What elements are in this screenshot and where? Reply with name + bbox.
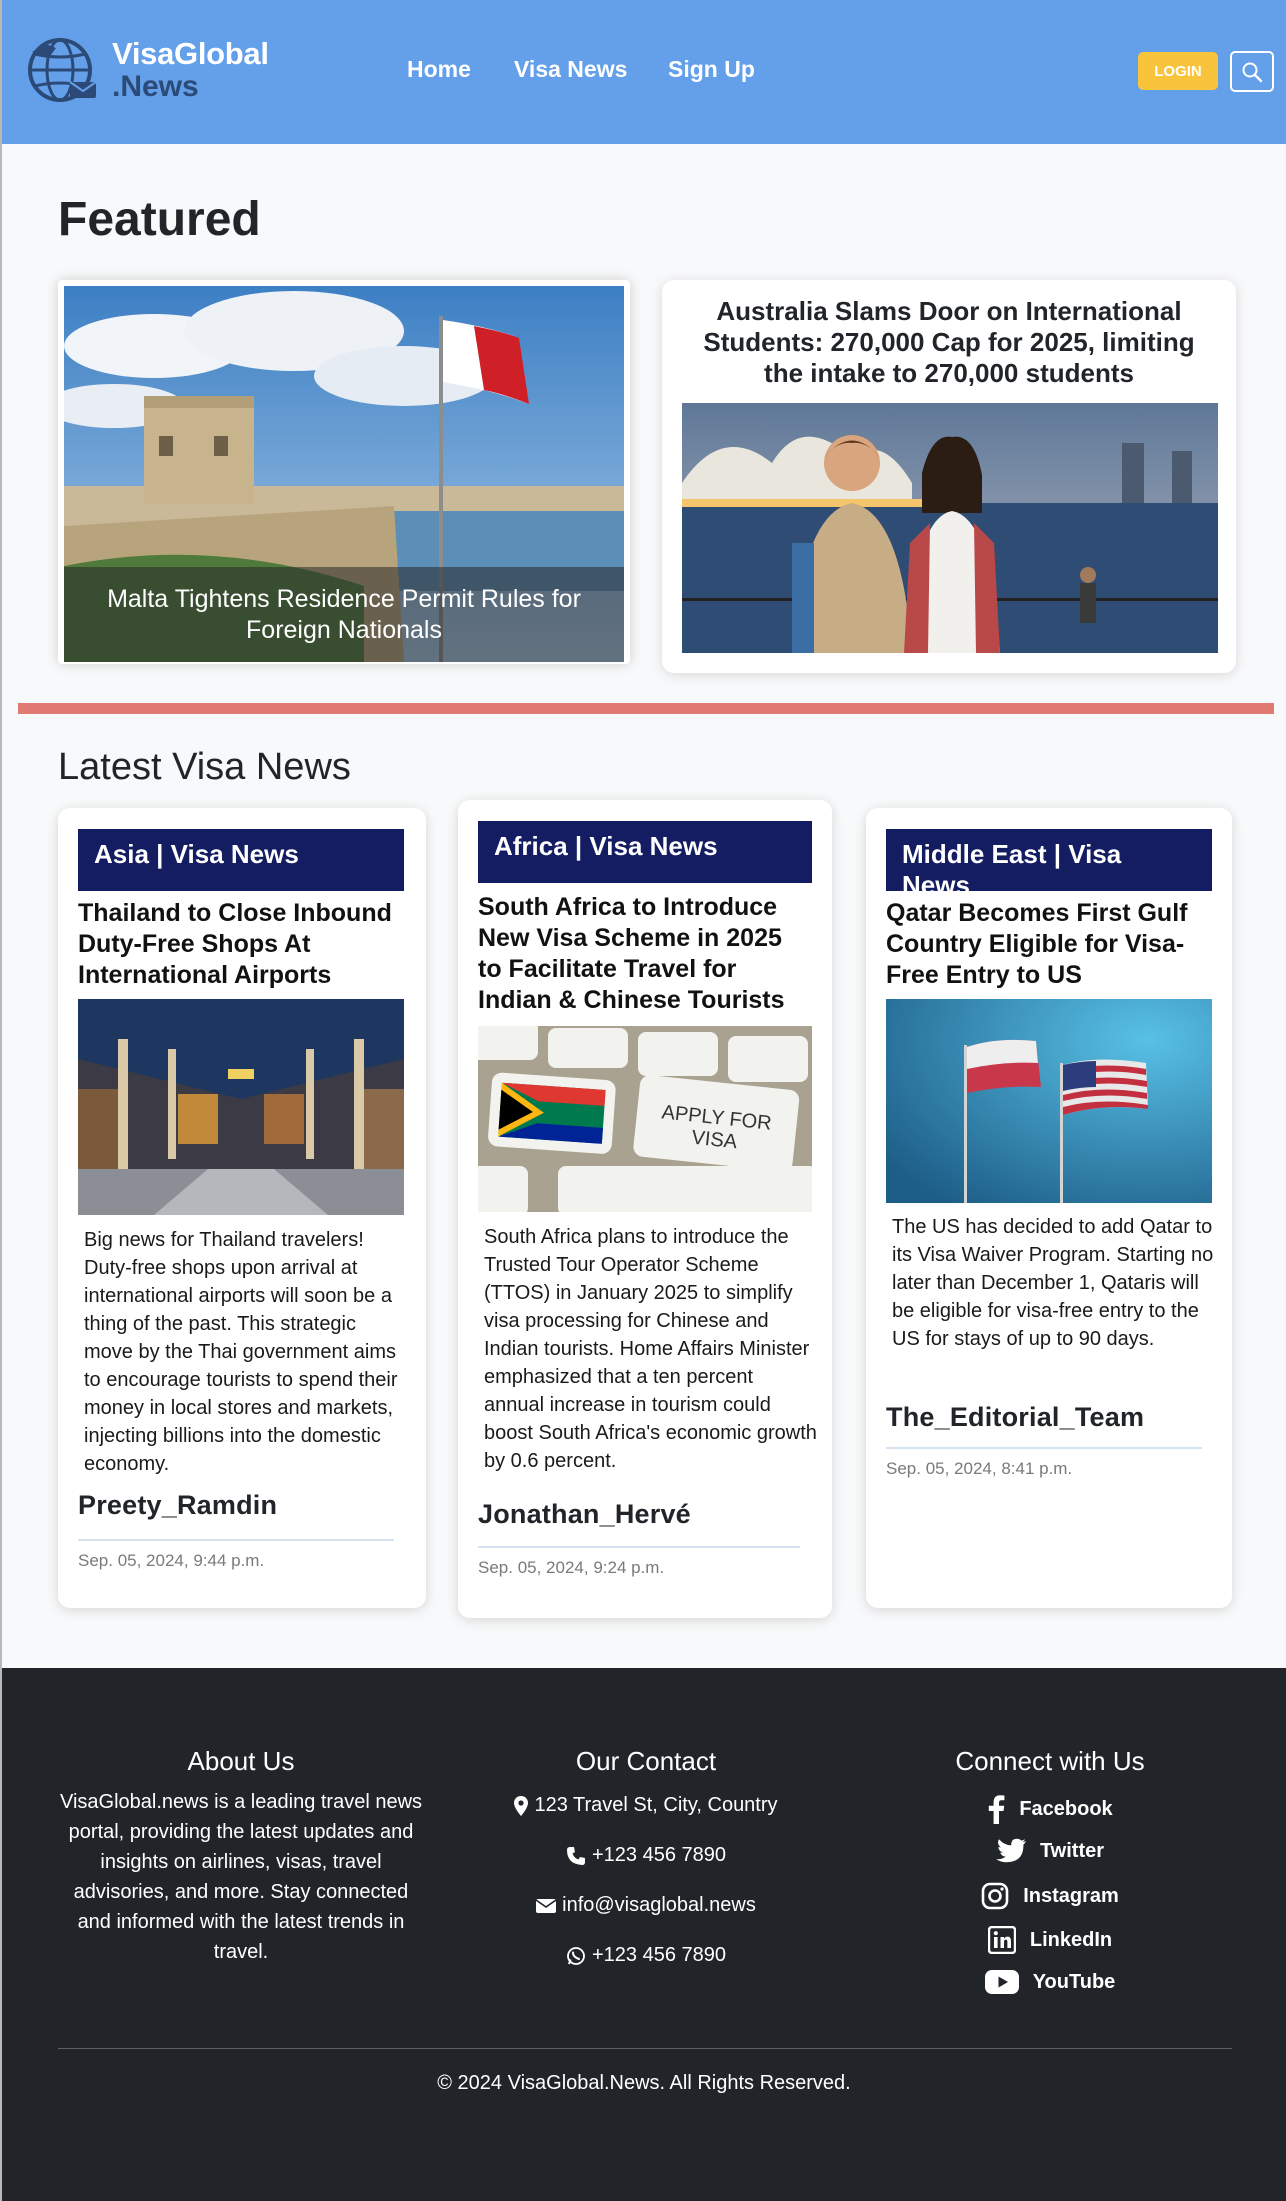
linkedin-icon — [987, 1926, 1016, 1954]
about-text: VisaGlobal.news is a leading travel news… — [59, 1791, 423, 1963]
author-divider — [478, 1546, 800, 1548]
instagram-label[interactable]: Instagram — [1023, 1885, 1119, 1908]
featured-caption: Malta Tightens Residence Permit Rules fo… — [64, 567, 624, 662]
social-facebook[interactable]: Facebook — [850, 1794, 1250, 1824]
site-logo[interactable]: VisaGlobal .News — [26, 32, 286, 106]
featured-heading: Featured — [58, 193, 261, 246]
instagram-icon — [981, 1882, 1009, 1910]
category-badge[interactable]: Middle East | Visa News — [886, 829, 1212, 900]
news-card-qatar[interactable]: Middle East | Visa News Qatar Becomes Fi… — [866, 808, 1232, 1608]
twitter-icon — [996, 1838, 1026, 1863]
facebook-label[interactable]: Facebook — [1019, 1798, 1112, 1821]
featured-card-australia[interactable]: Australia Slams Door on International St… — [662, 280, 1236, 673]
top-navbar: VisaGlobal .News Home Visa News Sign Up … — [2, 0, 1286, 144]
airport-duty-free-image — [78, 999, 404, 1215]
footer-contact: Our Contact 123 Travel St, City, Country… — [446, 1746, 846, 2006]
malta-flag-image: Malta Tightens Residence Permit Rules fo… — [64, 286, 624, 662]
students-sydney-image — [682, 403, 1218, 653]
contact-whatsapp[interactable]: +123 456 7890 — [446, 1944, 846, 1967]
article-excerpt: The US has decided to add Qatar to its V… — [892, 1216, 1214, 1350]
address-text: 123 Travel St, City, Country — [534, 1794, 778, 1816]
search-icon — [1242, 62, 1263, 82]
social-instagram[interactable]: Instagram — [850, 1882, 1250, 1910]
featured-article-title[interactable]: Australia Slams Door on International St… — [686, 296, 1212, 389]
social-twitter[interactable]: Twitter — [850, 1838, 1250, 1864]
site-footer: About Us VisaGlobal.news is a leading tr… — [2, 1668, 1286, 2201]
apply-for-visa-keyboard-image: APPLY FORVISA — [478, 1026, 812, 1212]
social-heading: Connect with Us — [955, 1746, 1145, 1776]
news-card-south-africa[interactable]: Africa | Visa News South Africa to Intro… — [458, 800, 832, 1618]
author-divider — [886, 1447, 1202, 1449]
nav-link-sign-up[interactable]: Sign Up — [668, 56, 755, 83]
category-badge[interactable]: Asia | Visa News — [78, 829, 404, 891]
article-author[interactable]: Preety_Ramdin — [78, 1490, 277, 1521]
article-date: Sep. 05, 2024, 9:24 p.m. — [478, 1558, 665, 1577]
linkedin-label[interactable]: LinkedIn — [1030, 1929, 1112, 1952]
article-excerpt: South Africa plans to introduce the Trus… — [484, 1226, 817, 1472]
category-badge[interactable]: Africa | Visa News — [478, 821, 812, 883]
contact-address: 123 Travel St, City, Country — [446, 1794, 846, 1817]
whatsapp-icon — [567, 1946, 585, 1965]
featured-card-malta[interactable]: Malta Tightens Residence Permit Rules fo… — [58, 280, 630, 664]
footer-about: About Us VisaGlobal.news is a leading tr… — [58, 1746, 424, 1967]
section-divider — [18, 703, 1274, 714]
globe-logo-icon — [28, 38, 97, 102]
social-youtube[interactable]: YouTube — [850, 1970, 1250, 1994]
youtube-icon — [984, 1970, 1019, 1994]
whatsapp-text[interactable]: +123 456 7890 — [592, 1944, 726, 1967]
phone-text[interactable]: +123 456 7890 — [592, 1844, 726, 1867]
youtube-label[interactable]: YouTube — [1033, 1971, 1116, 1994]
qatar-us-flags-image — [886, 999, 1212, 1203]
news-card-thailand[interactable]: Asia | Visa News Thailand to Close Inbou… — [58, 808, 426, 1608]
article-title[interactable]: Qatar Becomes First Gulf Country Eligibl… — [886, 898, 1216, 991]
search-button[interactable] — [1230, 51, 1274, 92]
contact-phone[interactable]: +123 456 7890 — [446, 1844, 846, 1867]
email-text[interactable]: info@visaglobal.news — [562, 1894, 756, 1917]
article-title[interactable]: Thailand to Close Inbound Duty-Free Shop… — [78, 898, 408, 991]
author-divider — [78, 1539, 394, 1541]
nav-link-home[interactable]: Home — [407, 56, 471, 83]
nav-link-visa-news[interactable]: Visa News — [514, 56, 627, 83]
brand-suffix: .News — [112, 70, 199, 103]
phone-icon — [566, 1846, 585, 1865]
article-excerpt: Big news for Thailand travelers! Duty-fr… — [84, 1229, 398, 1475]
map-pin-icon — [514, 1795, 529, 1816]
article-date: Sep. 05, 2024, 8:41 p.m. — [886, 1459, 1073, 1478]
footer-social: Connect with Us Facebook Twitter Instagr… — [850, 1746, 1250, 2006]
contact-email[interactable]: info@visaglobal.news — [446, 1894, 846, 1917]
about-heading: About Us — [187, 1746, 295, 1776]
latest-news-heading: Latest Visa News — [58, 746, 351, 788]
envelope-icon — [536, 1898, 557, 1913]
article-date: Sep. 05, 2024, 9:44 p.m. — [78, 1551, 265, 1570]
contact-heading: Our Contact — [575, 1746, 717, 1776]
copyright-text: © 2024 VisaGlobal.News. All Rights Reser… — [437, 2072, 851, 2094]
article-author[interactable]: Jonathan_Hervé — [478, 1499, 691, 1530]
brand-name: VisaGlobal — [112, 36, 269, 71]
article-author[interactable]: The_Editorial_Team — [886, 1402, 1144, 1433]
article-title[interactable]: South Africa to Introduce New Visa Schem… — [478, 892, 812, 1016]
facebook-icon — [989, 1795, 1005, 1824]
social-linkedin[interactable]: LinkedIn — [850, 1926, 1250, 1954]
twitter-label[interactable]: Twitter — [1040, 1840, 1104, 1863]
footer-divider — [58, 2048, 1232, 2049]
login-button[interactable]: LOGIN — [1138, 52, 1218, 90]
